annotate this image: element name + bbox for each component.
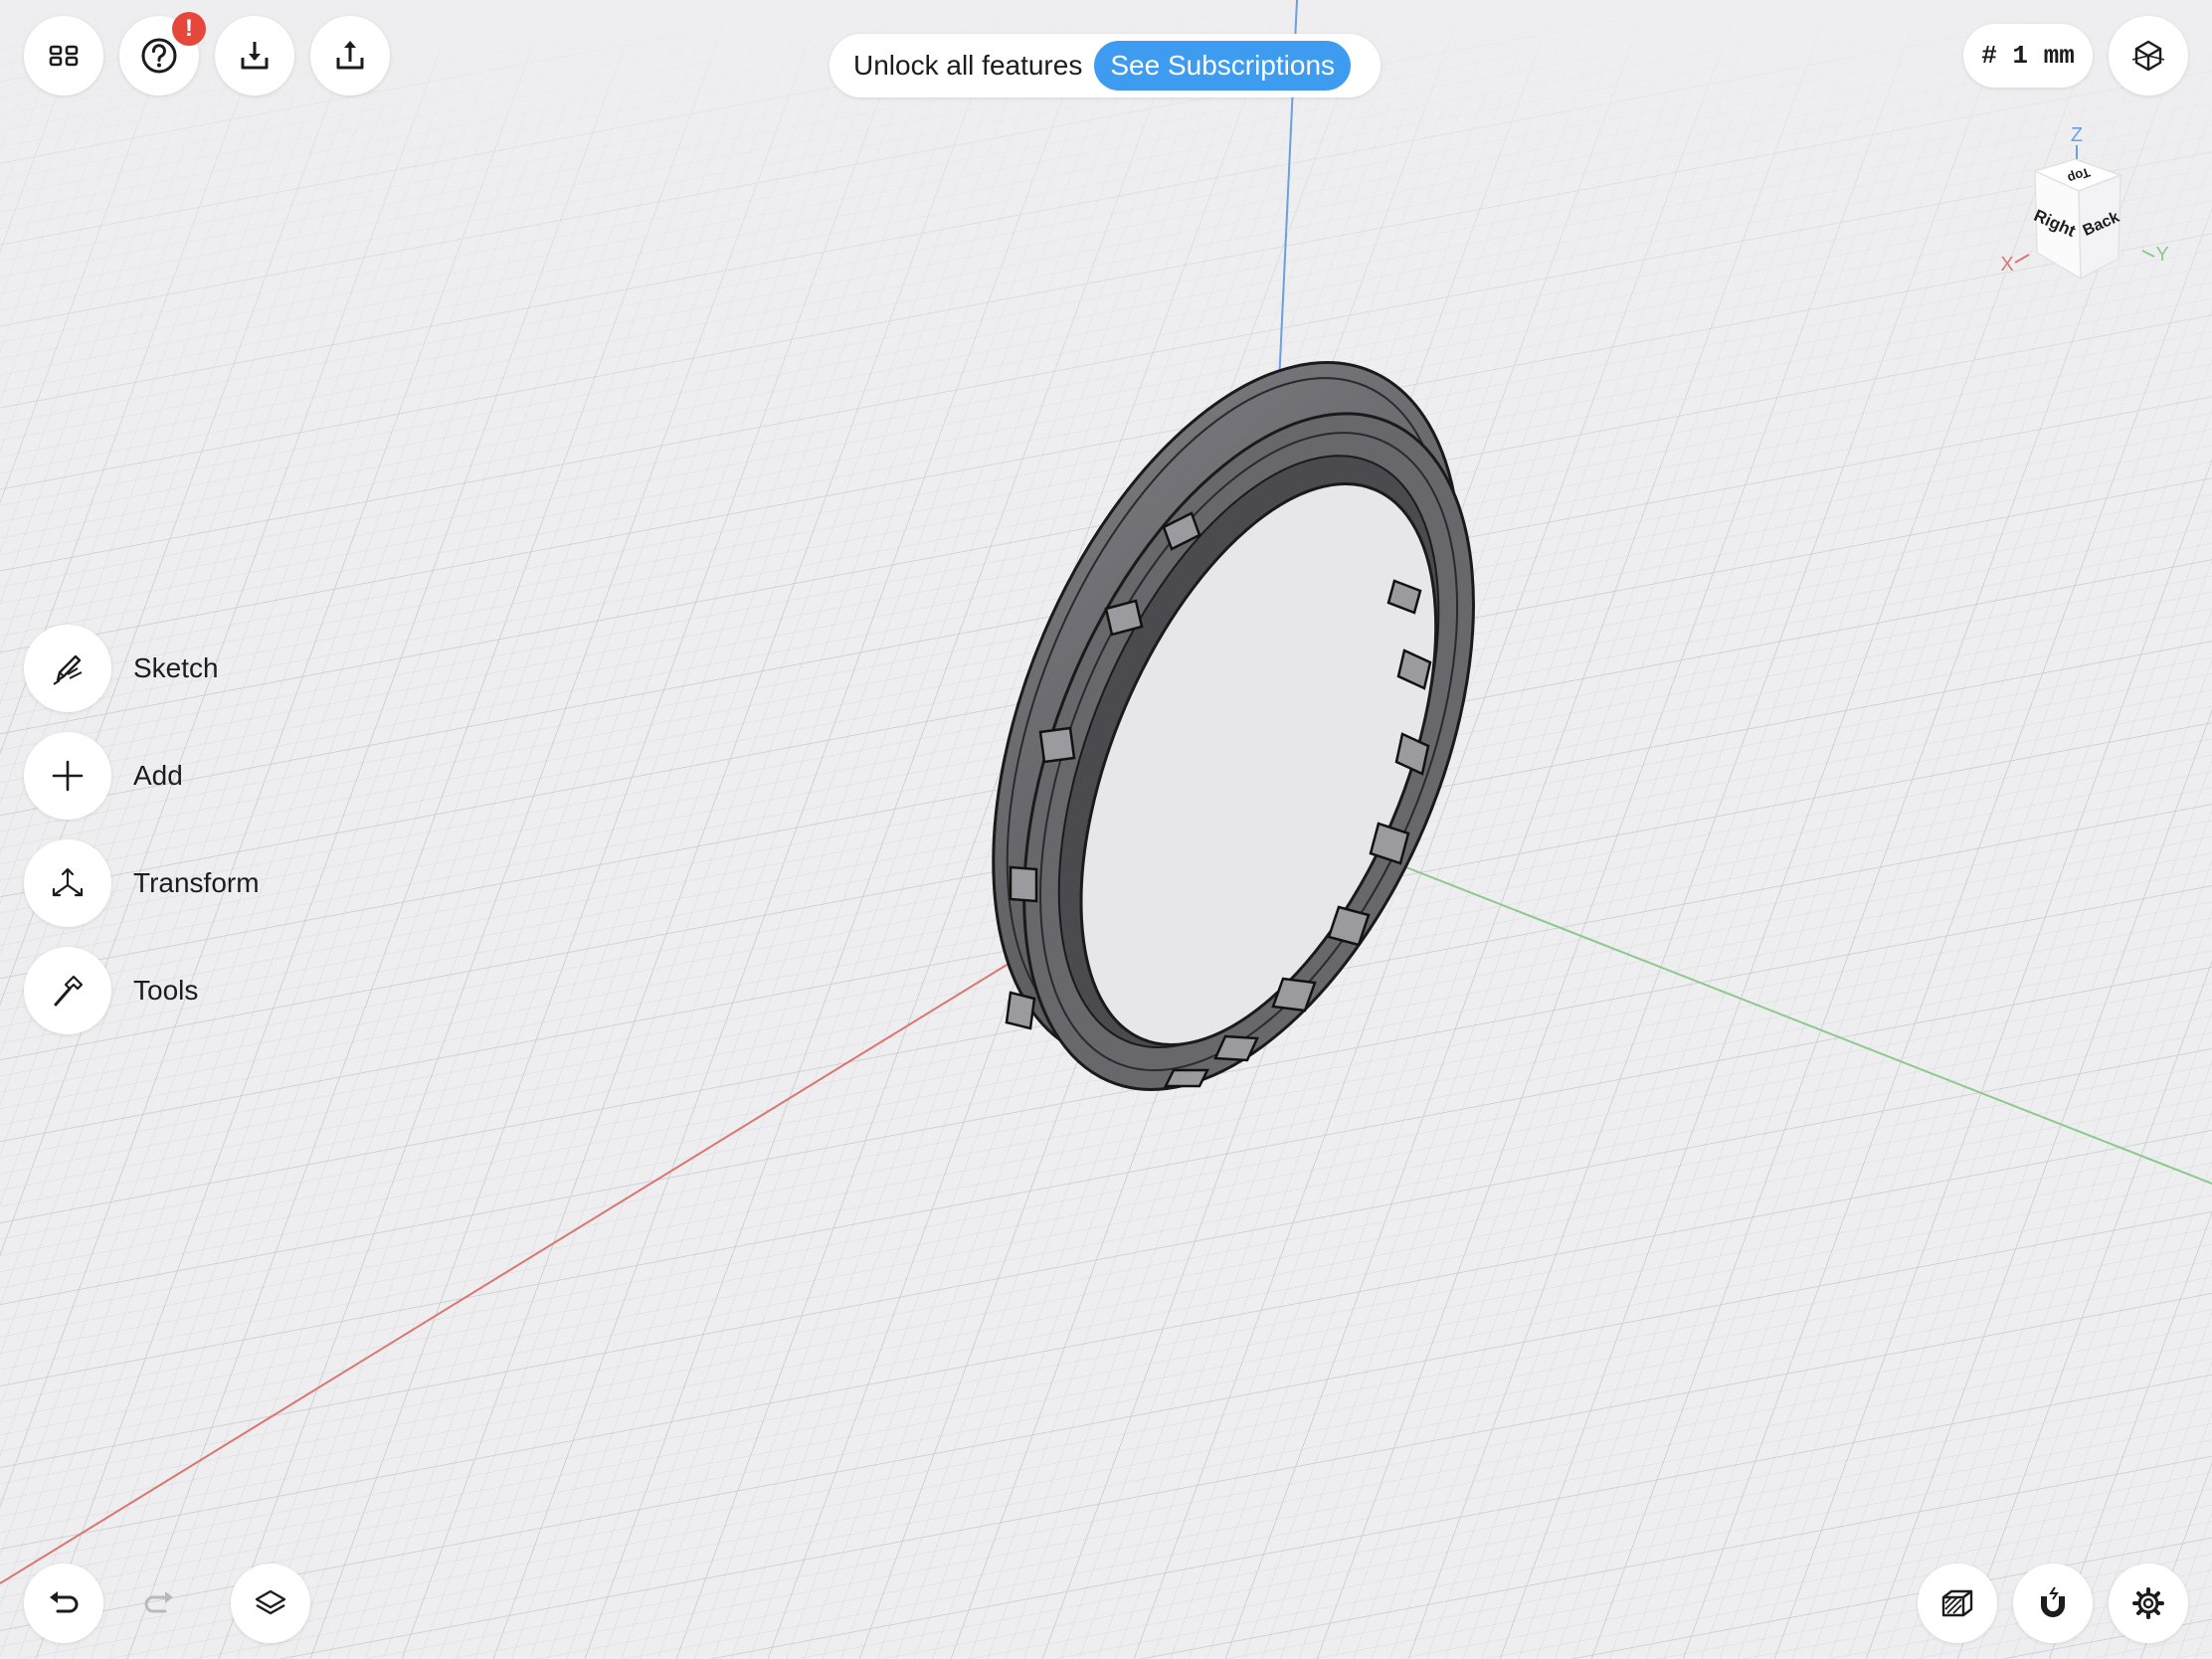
axis-z-label: Z (2071, 124, 2083, 146)
import-button[interactable] (215, 16, 294, 95)
undo-button[interactable] (24, 1564, 103, 1643)
tool-sketch[interactable]: Sketch (24, 625, 219, 712)
plus-icon (52, 760, 84, 792)
layers-icon (255, 1589, 286, 1615)
settings-button[interactable] (2109, 1564, 2188, 1643)
grid-icon (49, 45, 79, 67)
add-button[interactable] (24, 732, 111, 820)
tool-add-label: Add (133, 760, 183, 791)
tool-sketch-label: Sketch (133, 652, 219, 683)
share-icon (336, 41, 364, 70)
tool-tools[interactable]: Tools (24, 947, 198, 1034)
transform-button[interactable] (24, 839, 111, 927)
snap-button[interactable] (2013, 1564, 2093, 1643)
redo-button[interactable] (119, 1564, 199, 1643)
gear-icon (2132, 1587, 2164, 1619)
hammer-icon (54, 975, 84, 1007)
magnet-icon (2041, 1586, 2065, 1617)
tool-transform[interactable]: Transform (24, 839, 260, 927)
view-cube[interactable]: Z X Y Top Right Back (1993, 119, 2192, 288)
tool-tools-label: Tools (133, 975, 199, 1006)
tool-add[interactable]: Add (24, 732, 183, 820)
redo-icon (144, 1591, 173, 1613)
see-subscriptions-button[interactable]: See Subscriptions (1094, 41, 1352, 91)
tools-button[interactable] (24, 947, 111, 1034)
download-icon (241, 42, 269, 70)
transform-arrows-icon (52, 867, 84, 897)
pencil-icon (53, 654, 83, 685)
promo-text: Unlock all features (853, 50, 1083, 81)
alert-badge: ! (172, 12, 206, 46)
menu-button[interactable] (24, 16, 103, 95)
view-mode-button[interactable] (2109, 16, 2188, 95)
subscription-banner: Unlock all features See Subscriptions (830, 34, 1381, 97)
grid-size-button[interactable]: # 1 mm (1963, 24, 2093, 88)
sketch-button[interactable] (24, 625, 111, 712)
tool-transform-label: Transform (133, 867, 260, 898)
export-button[interactable] (310, 16, 390, 95)
section-view-icon (1941, 1589, 1973, 1617)
3d-viewport[interactable] (0, 0, 2212, 1659)
axis-x-label: X (2000, 254, 2013, 276)
cube-perspective-icon (2131, 40, 2165, 72)
question-icon (141, 38, 177, 74)
section-view-button[interactable] (1918, 1564, 1997, 1643)
layers-button[interactable] (231, 1564, 310, 1643)
axis-y-label: Y (2155, 244, 2168, 266)
undo-icon (50, 1591, 79, 1613)
